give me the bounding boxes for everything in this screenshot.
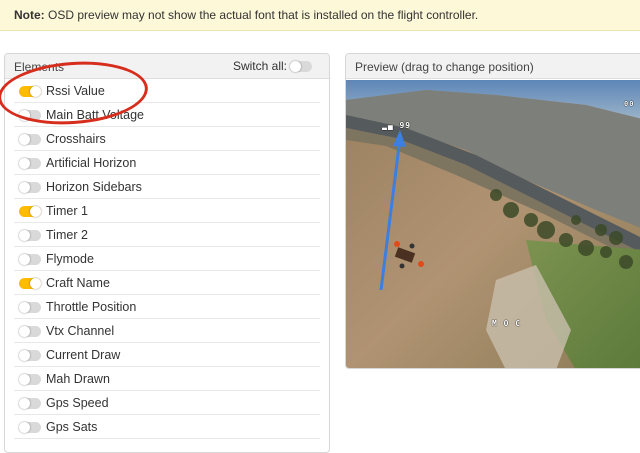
element-label: Craft Name bbox=[46, 276, 110, 290]
element-label: Crosshairs bbox=[46, 132, 106, 146]
element-toggle[interactable] bbox=[19, 158, 41, 169]
element-toggle[interactable] bbox=[19, 278, 41, 289]
element-label: Horizon Sidebars bbox=[46, 180, 142, 194]
element-toggle[interactable] bbox=[19, 326, 41, 337]
elements-panel-title: Elements bbox=[14, 60, 65, 74]
element-row-rssi-value[interactable]: Rssi Value bbox=[14, 79, 320, 103]
toggle-knob bbox=[19, 182, 30, 193]
toggle-knob bbox=[19, 326, 30, 337]
elements-panel: Elements Switch all: Rssi Value Main Batt… bbox=[4, 53, 330, 453]
element-row-crosshairs[interactable]: Crosshairs bbox=[14, 127, 320, 151]
preview-title: Preview (drag to change position) bbox=[346, 54, 640, 79]
element-label: Gps Speed bbox=[46, 396, 109, 410]
element-row-mah-drawn[interactable]: Mah Drawn bbox=[14, 367, 320, 391]
element-label: Vtx Channel bbox=[46, 324, 115, 338]
element-label: Main Batt Voltage bbox=[46, 108, 144, 122]
osd-preview-panel: Preview (drag to change position) ▂▄ 99 … bbox=[345, 53, 640, 369]
element-toggle[interactable] bbox=[19, 134, 41, 145]
element-row-flymode[interactable]: Flymode bbox=[14, 247, 320, 271]
element-row-current-draw[interactable]: Current Draw bbox=[14, 343, 320, 367]
toggle-knob bbox=[19, 230, 30, 241]
element-row-craft-name[interactable]: Craft Name bbox=[14, 271, 320, 295]
element-label: Timer 1 bbox=[46, 204, 88, 218]
element-row-timer-2[interactable]: Timer 2 bbox=[14, 223, 320, 247]
switch-all: Switch all: bbox=[233, 59, 315, 73]
switch-all-label: Switch all: bbox=[232, 59, 287, 73]
toggle-knob bbox=[19, 254, 30, 265]
element-toggle[interactable] bbox=[19, 350, 41, 361]
element-row-timer-1[interactable]: Timer 1 bbox=[14, 199, 320, 223]
toggle-knob bbox=[19, 110, 30, 121]
signal-icon: ▂▄ bbox=[382, 121, 394, 130]
element-label: Artificial Horizon bbox=[46, 156, 137, 170]
element-toggle[interactable] bbox=[19, 206, 41, 217]
note-label: Note: bbox=[14, 8, 45, 22]
element-row-horizon-sidebars[interactable]: Horizon Sidebars bbox=[14, 175, 320, 199]
element-label: Flymode bbox=[46, 252, 94, 266]
toggle-knob bbox=[19, 398, 30, 409]
element-row-gps-speed[interactable]: Gps Speed bbox=[14, 391, 320, 415]
element-toggle[interactable] bbox=[19, 254, 41, 265]
toggle-knob bbox=[290, 60, 301, 72]
toggle-knob bbox=[19, 134, 30, 145]
element-label: Mah Drawn bbox=[46, 372, 110, 386]
osd-timer-element[interactable]: 00 bbox=[624, 100, 634, 108]
note-text: OSD preview may not show the actual font… bbox=[44, 8, 479, 22]
osd-note-banner: Note: OSD preview may not show the actua… bbox=[0, 0, 640, 31]
osd-rssi-element[interactable]: ▂▄ 99 bbox=[382, 121, 411, 130]
element-label: Current Draw bbox=[46, 348, 121, 362]
toggle-knob bbox=[19, 422, 30, 433]
element-row-artificial-horizon[interactable]: Artificial Horizon bbox=[14, 151, 320, 175]
toggle-knob bbox=[19, 350, 30, 361]
element-toggle[interactable] bbox=[19, 398, 41, 409]
osd-craft-name-value: M O C bbox=[492, 319, 522, 328]
element-label: Gps Sats bbox=[46, 420, 98, 434]
element-row-vtx-channel[interactable]: Vtx Channel bbox=[14, 319, 320, 343]
element-label: Timer 2 bbox=[46, 228, 88, 242]
element-toggle[interactable] bbox=[19, 374, 41, 385]
element-toggle[interactable] bbox=[19, 422, 41, 433]
element-toggle[interactable] bbox=[19, 86, 41, 97]
toggle-knob bbox=[30, 278, 41, 289]
elements-list: Rssi Value Main Batt Voltage Crosshairs Art… bbox=[5, 79, 329, 439]
toggle-knob bbox=[19, 302, 30, 313]
toggle-knob bbox=[19, 374, 30, 385]
element-toggle[interactable] bbox=[19, 302, 41, 313]
element-row-throttle-position[interactable]: Throttle Position bbox=[14, 295, 320, 319]
toggle-knob bbox=[19, 158, 30, 169]
switch-all-toggle[interactable] bbox=[290, 60, 312, 72]
element-row-gps-sats[interactable]: Gps Sats bbox=[14, 415, 320, 439]
element-toggle[interactable] bbox=[19, 110, 41, 121]
elements-panel-header: Elements Switch all: bbox=[5, 54, 329, 79]
element-label: Rssi Value bbox=[46, 84, 105, 98]
element-toggle[interactable] bbox=[19, 230, 41, 241]
toggle-knob bbox=[30, 86, 41, 97]
element-label: Throttle Position bbox=[46, 300, 137, 314]
toggle-knob bbox=[30, 206, 41, 217]
osd-craft-name-element[interactable]: M O C bbox=[492, 319, 521, 328]
element-row-main-batt-voltage[interactable]: Main Batt Voltage bbox=[14, 103, 320, 127]
element-toggle[interactable] bbox=[19, 182, 41, 193]
osd-timer-value: 00 bbox=[624, 100, 635, 108]
osd-rssi-value: 99 bbox=[399, 121, 412, 130]
